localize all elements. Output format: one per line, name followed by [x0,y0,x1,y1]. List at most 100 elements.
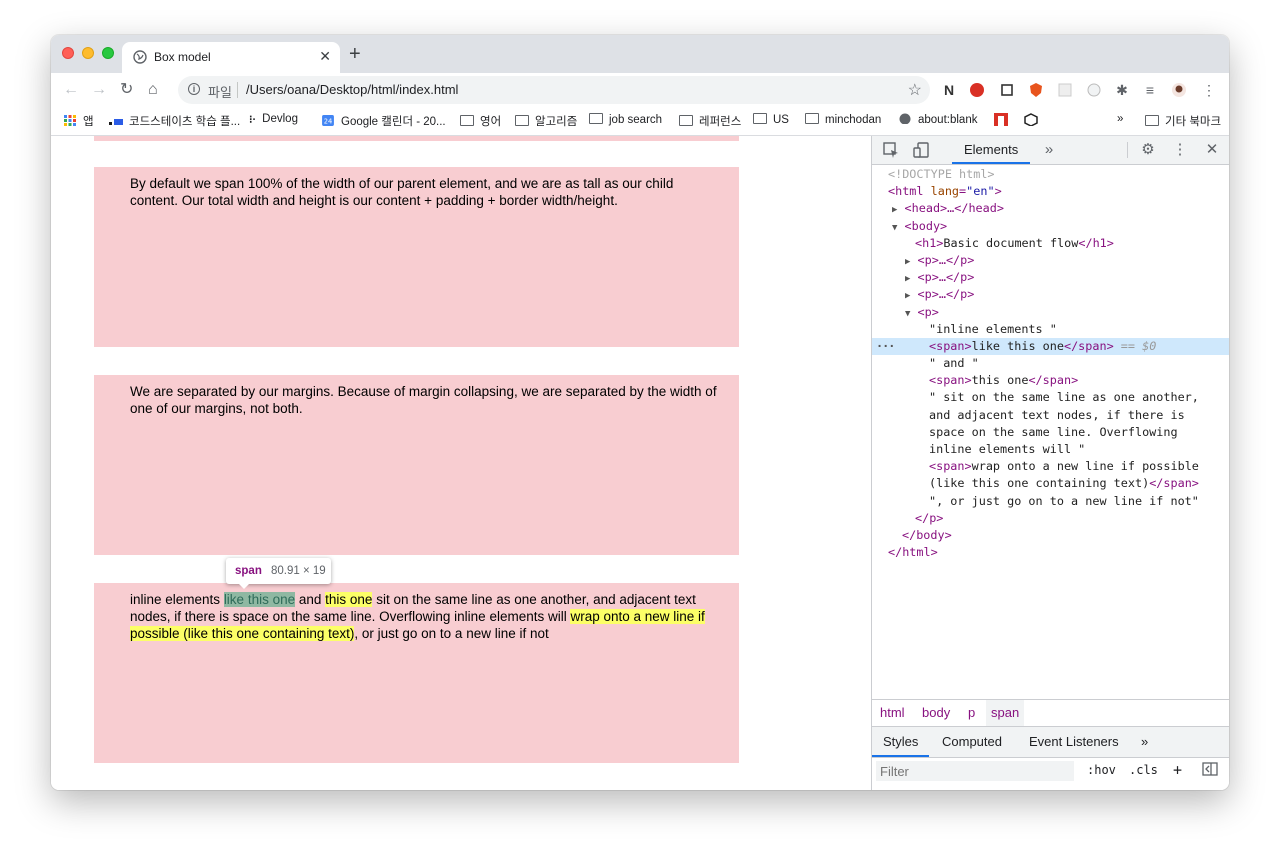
close-devtools-icon[interactable]: ✕ [1203,141,1221,159]
tab-styles[interactable]: Styles [872,727,930,757]
extension-nn-icon[interactable]: N [941,82,957,98]
breadcrumb-p[interactable]: p [963,700,980,726]
extension-red-circle-icon[interactable] [969,82,985,98]
bookmark-red-app[interactable] [994,113,1008,129]
bookmark-star-icon[interactable]: ☆ [908,80,922,100]
collapse-triangle-icon[interactable]: ▼ [905,309,910,319]
bookmark-cube[interactable] [1024,113,1038,129]
collapse-triangle-icon[interactable]: ▼ [892,223,897,233]
tag-text: <p>…</p> [917,287,975,302]
close-tab-icon[interactable]: ✕ [319,48,331,65]
dom-text-node[interactable]: " sit on the same line as one another, a… [872,389,1229,458]
dom-span[interactable]: <span>wrap onto a new line if possible (… [872,458,1229,492]
bookmark-codestates[interactable]: 코드스테이츠 학습 플... [109,113,240,129]
dom-html-close[interactable]: </html> [872,544,1229,561]
dom-p-expanded[interactable]: ▼ <p> [872,304,1229,321]
settings-gear-icon[interactable]: ⚙ [1139,141,1157,159]
url-text[interactable]: /Users/oana/Desktop/html/index.html [246,82,458,97]
back-arrow-icon[interactable]: ← [63,81,79,99]
bookmark-folder-algorithm[interactable]: 알고리즘 [515,113,577,129]
bookmarks-overflow[interactable]: » [1117,113,1123,125]
bookmark-folder-us[interactable]: US [753,113,789,126]
bookmark-folder-reference[interactable]: 레퍼런스 [679,113,741,129]
styles-filter-input[interactable] [876,761,1074,781]
menu-kebab-icon[interactable]: ⋮ [1201,82,1217,98]
dom-span[interactable]: <span>this one</span> [872,372,1229,389]
tab-strip: Box model ✕ + [51,35,1229,73]
bookmark-folder-job-search[interactable]: job search [589,113,662,126]
devtools-menu-icon[interactable]: ⋮ [1171,141,1189,159]
span-like-this-one[interactable]: like this one [223,592,296,607]
span-this-one[interactable]: this one [325,592,373,607]
media-queue-icon[interactable]: ≡ [1142,82,1158,98]
bookmark-folder-minchodan[interactable]: minchodan [805,113,881,126]
bookmark-google-calendar[interactable]: 24 Google 캘린더 - 20... [321,113,446,129]
bookmark-label: 기타 북마크 [1165,116,1222,128]
info-icon[interactable]: i [188,83,200,95]
reload-icon[interactable]: ↻ [120,81,133,99]
bookmark-folder-english[interactable]: 영어 [460,113,501,129]
dom-text-node[interactable]: "inline elements " [872,321,1229,338]
dom-p-collapsed[interactable]: ▶ <p>…</p> [872,269,1229,286]
text-node: " and " [929,356,979,371]
dom-h1[interactable]: <h1>Basic document flow</h1> [872,235,1229,252]
tab-elements[interactable]: Elements [952,136,1031,164]
dom-text-node[interactable]: ", or just go on to a new line if not" [872,493,1229,510]
dom-span-selected[interactable]: ··· <span>like this one</span> == $0 [872,337,1229,356]
url-scheme-label: 파일 [208,85,232,100]
breadcrumb-span[interactable]: span [986,700,1025,726]
hov-toggle[interactable]: :hov [1087,763,1116,777]
expand-triangle-icon[interactable]: ▶ [905,274,910,284]
more-tabs-icon[interactable]: » [1040,141,1058,159]
extension-owl-icon[interactable] [1086,82,1102,98]
expand-triangle-icon[interactable]: ▶ [905,257,910,267]
more-style-tabs-icon[interactable]: » [1130,727,1159,757]
breadcrumb-html[interactable]: html [875,700,910,726]
bookmark-about-blank[interactable]: about:blank [898,113,977,126]
close-window-button[interactable] [62,47,74,59]
extensions-puzzle-icon[interactable]: ✱ [1114,82,1130,98]
bookmark-other[interactable]: 기타 북마크 [1145,113,1221,129]
home-icon[interactable]: ⌂ [148,81,158,99]
page-viewport[interactable]: By default we span 100% of the width of … [51,136,871,790]
tab-computed[interactable]: Computed [931,727,1013,757]
tab-box-model[interactable]: Box model ✕ [122,42,340,73]
expand-triangle-icon[interactable]: ▶ [905,291,910,301]
tag-text: <head>…</head> [904,201,1004,216]
address-bar[interactable]: i 파일 /Users/oana/Desktop/html/index.html… [178,76,930,104]
bookmark-apps[interactable]: 앱 [63,113,94,129]
expand-triangle-icon[interactable]: ▶ [892,205,897,215]
extension-square-icon[interactable] [999,82,1015,98]
dom-p-collapsed[interactable]: ▶ <p>…</p> [872,252,1229,269]
forward-arrow-icon[interactable]: → [91,81,107,99]
dom-tree[interactable]: <!DOCTYPE html> <html lang="en"> ▶ <head… [872,166,1229,561]
bookmark-devlog[interactable]: ⁝· Devlog [249,113,298,126]
bookmark-label: about:blank [918,114,978,126]
extension-shield-icon[interactable] [1028,82,1044,98]
extension-grid-icon[interactable] [1057,82,1073,98]
zoom-window-button[interactable] [102,47,114,59]
new-style-rule-icon[interactable]: + [1173,761,1182,779]
cls-toggle[interactable]: .cls [1129,763,1158,777]
minimize-window-button[interactable] [82,47,94,59]
tab-event-listeners[interactable]: Event Listeners [1018,727,1130,757]
text-node: inline elements [130,592,224,607]
device-toolbar-icon[interactable] [912,141,930,159]
dom-body[interactable]: ▼ <body> [872,218,1229,235]
dom-text-node[interactable]: " and " [872,355,1229,372]
tooltip-dimensions: 80.91 × 19 [271,565,326,577]
dom-body-close[interactable]: </body> [872,527,1229,544]
breadcrumb-body[interactable]: body [917,700,955,726]
dom-doctype[interactable]: <!DOCTYPE html> [872,166,1229,183]
dom-p-close[interactable]: </p> [872,510,1229,527]
dom-head[interactable]: ▶ <head>…</head> [872,200,1229,217]
profile-avatar[interactable] [1171,82,1187,98]
new-tab-button[interactable]: + [349,44,361,64]
node-actions-icon[interactable]: ··· [876,338,895,355]
toggle-sidebar-icon[interactable] [1202,762,1218,779]
folder-icon [589,113,603,124]
text-node: Basic document flow [943,235,1079,250]
dom-html[interactable]: <html lang="en"> [872,183,1229,200]
dom-p-collapsed[interactable]: ▶ <p>…</p> [872,286,1229,303]
inspect-element-icon[interactable] [882,141,900,159]
